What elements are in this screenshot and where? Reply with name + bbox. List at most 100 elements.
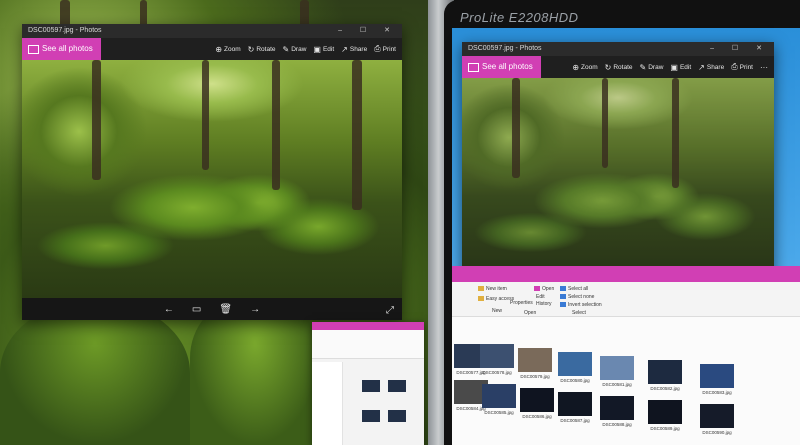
print-button[interactable]: ⎙ Print <box>731 62 753 72</box>
file-name: DSC00581.jpg <box>602 382 632 387</box>
zoom-button[interactable]: ⊕ Zoom <box>572 63 597 72</box>
file-item[interactable]: DSC00589.jpg <box>648 400 682 431</box>
file-item[interactable]: DSC00579.jpg <box>518 348 552 379</box>
file-name: DSC00589.jpg <box>650 426 680 431</box>
rotate-button[interactable]: ↻ Rotate <box>248 45 276 54</box>
share-icon: ↗ <box>698 62 705 72</box>
history-button[interactable]: History <box>536 301 552 307</box>
slideshow-icon[interactable]: ▭ <box>192 304 201 315</box>
file-thumbnail[interactable] <box>388 410 406 422</box>
new-item-button[interactable]: New item <box>478 286 507 292</box>
more-button[interactable]: ··· <box>760 63 768 72</box>
file-name: DSC00580.jpg <box>560 378 590 383</box>
file-grid: DSC00577.jpg DSC00578.jpg DSC00579.jpg D… <box>452 318 800 445</box>
file-name: DSC00585.jpg <box>484 410 514 415</box>
window-controls[interactable]: – ☐ ✕ <box>710 42 770 56</box>
file-item[interactable]: DSC00581.jpg <box>600 356 634 387</box>
file-thumbnail <box>482 384 516 408</box>
share-button[interactable]: ↗ Share <box>341 45 367 54</box>
draw-button[interactable]: ✎ Draw <box>640 63 664 72</box>
zoom-icon: ⊕ <box>215 44 223 54</box>
file-name: DSC00586.jpg <box>522 414 552 419</box>
photos-window-left[interactable]: DSC00597.jpg - Photos – ☐ ✕ See all phot… <box>22 24 402 320</box>
zoom-button[interactable]: ⊕ Zoom <box>215 45 240 54</box>
see-all-photos-button[interactable]: See all photos <box>22 38 101 60</box>
file-name: DSC00582.jpg <box>650 386 680 391</box>
photos-toolbar: See all photos ⊕ Zoom ↻ Rotate ✎ Draw ▣ Edit… <box>462 56 774 78</box>
previous-arrow-icon[interactable]: ← <box>164 304 174 315</box>
file-item[interactable]: DSC00582.jpg <box>648 360 682 391</box>
edit-button[interactable]: Edit <box>536 294 545 300</box>
rotate-icon: ↻ <box>247 44 255 54</box>
file-item[interactable]: DSC00586.jpg <box>520 388 554 419</box>
new-item-label: New item <box>486 286 507 292</box>
print-label: Print <box>382 45 396 53</box>
zoom-label: Zoom <box>581 63 598 71</box>
edit-label: Edit <box>679 63 692 71</box>
explorer-title-bar[interactable] <box>452 266 800 282</box>
toolbar-actions: ⊕ Zoom ↻ Rotate ✎ Draw ▣ Edit ↗ Share ⎙ Print … <box>572 56 768 78</box>
file-item[interactable]: DSC00588.jpg <box>600 396 634 427</box>
select-all-icon <box>560 286 566 292</box>
share-button[interactable]: ↗ Share <box>698 63 724 72</box>
file-thumbnail <box>600 396 634 420</box>
file-item[interactable]: DSC00583.jpg <box>700 364 734 395</box>
ribbon-group-new: New <box>492 308 503 314</box>
open-button[interactable]: Open <box>534 286 554 292</box>
invert-selection-icon <box>560 302 566 308</box>
draw-icon: ✎ <box>639 62 647 72</box>
draw-button[interactable]: ✎ Draw <box>283 45 307 54</box>
invert-selection-button[interactable]: Invert selection <box>560 302 602 308</box>
file-item[interactable]: DSC00590.jpg <box>700 404 734 435</box>
see-all-label: See all photos <box>482 62 533 71</box>
draw-icon: ✎ <box>282 44 290 54</box>
see-all-photos-button[interactable]: See all photos <box>462 56 541 78</box>
edit-label: Edit <box>322 45 335 53</box>
file-thumbnail[interactable] <box>388 380 406 392</box>
forest-photo <box>462 78 774 276</box>
file-name: DSC00588.jpg <box>602 422 632 427</box>
invert-selection-label: Invert selection <box>568 302 602 308</box>
easy-access-button[interactable]: Easy access <box>478 296 514 302</box>
photo-nav-bar: ← ▭ 🗑 → <box>22 298 402 320</box>
photo-view[interactable] <box>22 60 402 298</box>
navigation-pane[interactable] <box>312 362 343 445</box>
file-thumbnail <box>700 364 734 388</box>
properties-button[interactable]: Properties <box>510 300 533 306</box>
photos-window-right[interactable]: DSC00597.jpg - Photos – ☐ ✕ See all phot… <box>462 42 774 298</box>
select-none-button[interactable]: Select none <box>560 294 594 300</box>
next-arrow-icon[interactable]: → <box>250 304 260 315</box>
edit-button[interactable]: ▣ Edit <box>313 45 334 54</box>
file-name: DSC00583.jpg <box>702 390 732 395</box>
photos-toolbar: See all photos ⊕ Zoom ↻ Rotate ✎ Draw ▣ Edit… <box>22 38 402 60</box>
file-name: DSC00578.jpg <box>482 370 512 375</box>
expand-icon[interactable]: ⤢ <box>386 305 394 316</box>
file-thumbnail <box>600 356 634 380</box>
file-item[interactable]: DSC00580.jpg <box>558 352 592 383</box>
file-explorer-left[interactable] <box>312 322 424 445</box>
edit-button[interactable]: ▣ Edit <box>670 63 691 72</box>
explorer-title-bar[interactable] <box>312 322 424 330</box>
file-thumbnail[interactable] <box>362 410 380 422</box>
file-thumbnail[interactable] <box>362 380 380 392</box>
delete-icon[interactable]: 🗑 <box>219 304 232 315</box>
title-bar[interactable]: DSC00597.jpg - Photos – ☐ ✕ <box>462 42 774 56</box>
file-item[interactable]: DSC00585.jpg <box>482 384 516 415</box>
window-controls[interactable]: – ☐ ✕ <box>338 24 398 38</box>
share-label: Share <box>706 63 725 71</box>
open-icon <box>534 286 540 292</box>
photo-view[interactable] <box>462 78 774 276</box>
print-label: Print <box>739 63 753 71</box>
file-item[interactable]: DSC00587.jpg <box>558 392 592 423</box>
share-icon: ↗ <box>341 44 348 54</box>
toolbar-actions: ⊕ Zoom ↻ Rotate ✎ Draw ▣ Edit ↗ Share ⎙ Print <box>215 38 396 60</box>
explorer-ribbon: New item Easy access New Properties Open… <box>452 282 800 317</box>
select-all-button[interactable]: Select all <box>560 286 588 292</box>
moss-rock <box>0 300 190 445</box>
file-item[interactable]: DSC00578.jpg <box>480 344 514 375</box>
print-button[interactable]: ⎙ Print <box>374 44 396 54</box>
title-bar[interactable]: DSC00597.jpg - Photos – ☐ ✕ <box>22 24 402 38</box>
rotate-button[interactable]: ↻ Rotate <box>605 63 633 72</box>
rotate-icon: ↻ <box>604 62 612 72</box>
file-explorer-right[interactable]: New item Easy access New Properties Open… <box>452 266 800 445</box>
